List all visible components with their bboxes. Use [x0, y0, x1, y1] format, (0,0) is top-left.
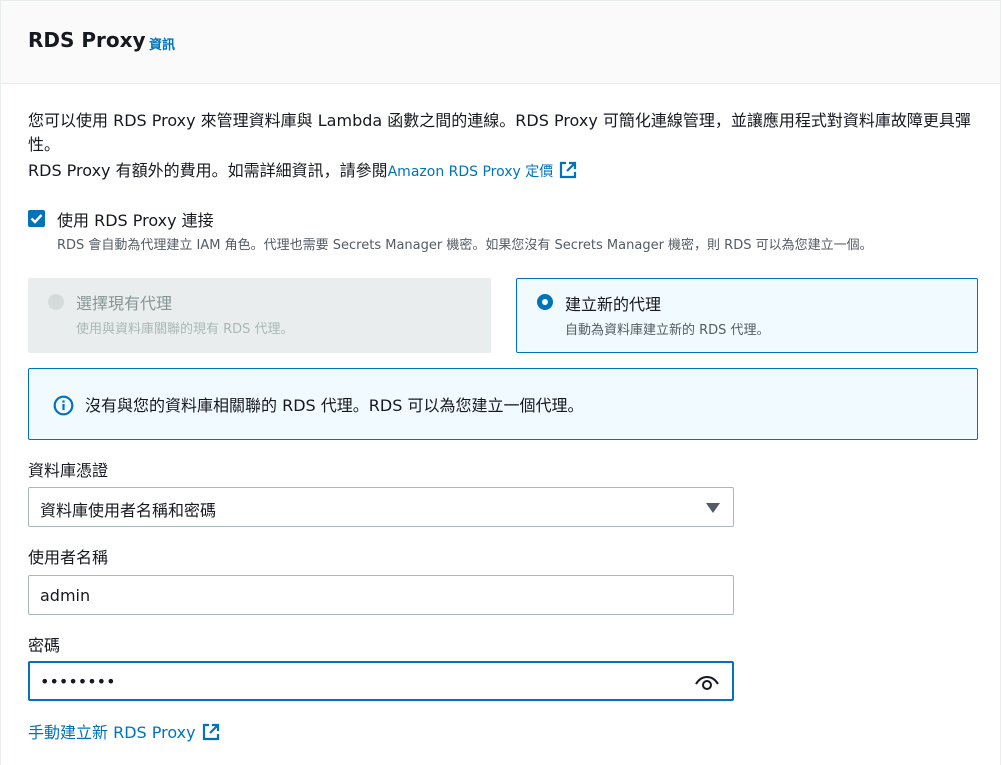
- existing-proxy-description: 使用與資料庫關聯的現有 RDS 代理。: [76, 322, 294, 337]
- password-input[interactable]: [28, 661, 734, 701]
- pricing-note: RDS Proxy 有額外的費用。如需詳細資訊，請參閱Amazon RDS Pr…: [28, 159, 577, 184]
- create-proxy-title: 建立新的代理: [565, 295, 662, 314]
- alert-message: 沒有與您的資料庫相關聯的 RDS 代理。RDS 可以為您建立一個代理。: [85, 396, 584, 415]
- create-proxy-tile[interactable]: 建立新的代理 自動為資料庫建立新的 RDS 代理。: [516, 278, 978, 353]
- password-label: 密碼: [28, 636, 61, 655]
- manual-create-proxy-label: 手動建立新 RDS Proxy: [28, 723, 196, 742]
- show-password-icon[interactable]: [694, 673, 720, 693]
- checkmark-icon: [30, 214, 43, 224]
- use-proxy-checkbox[interactable]: [28, 210, 45, 227]
- panel-title: RDS Proxy: [28, 28, 146, 52]
- existing-proxy-tile: 選擇現有代理 使用與資料庫關聯的現有 RDS 代理。: [28, 278, 491, 353]
- use-proxy-label[interactable]: 使用 RDS Proxy 連接: [57, 207, 214, 231]
- create-proxy-description: 自動為資料庫建立新的 RDS 代理。: [565, 323, 770, 338]
- info-icon: [53, 395, 74, 416]
- panel-header: RDS Proxy 資訊: [1, 1, 1000, 84]
- pricing-note-text: RDS Proxy 有額外的費用。如需詳細資訊，請參閱: [28, 161, 388, 180]
- external-link-icon: [202, 723, 219, 741]
- username-label: 使用者名稱: [28, 548, 109, 567]
- external-link-icon: [560, 161, 577, 179]
- credentials-selected-value: 資料庫使用者名稱和密碼: [40, 501, 217, 520]
- existing-proxy-title: 選擇現有代理: [76, 294, 173, 313]
- info-alert: 沒有與您的資料庫相關聯的 RDS 代理。RDS 可以為您建立一個代理。: [28, 368, 978, 440]
- caret-down-icon: [706, 503, 720, 513]
- create-proxy-radio[interactable]: [537, 294, 553, 310]
- description-text: 您可以使用 RDS Proxy 來管理資料庫與 Lambda 函數之間的連線。R…: [28, 111, 971, 154]
- pricing-link[interactable]: Amazon RDS Proxy 定價: [387, 161, 578, 180]
- manual-create-proxy-link[interactable]: 手動建立新 RDS Proxy: [28, 719, 220, 743]
- credentials-label: 資料庫憑證: [28, 461, 109, 480]
- info-link[interactable]: 資訊: [149, 34, 175, 53]
- use-proxy-hint: RDS 會自動為代理建立 IAM 角色。代理也需要 Secrets Manage…: [57, 238, 873, 253]
- existing-proxy-radio: [48, 294, 64, 310]
- credentials-select[interactable]: 資料庫使用者名稱和密碼: [28, 487, 734, 527]
- username-input[interactable]: [28, 575, 734, 615]
- rds-proxy-panel: RDS Proxy 資訊 您可以使用 RDS Proxy 來管理資料庫與 Lam…: [0, 0, 1001, 765]
- pricing-link-label: Amazon RDS Proxy 定價: [387, 164, 554, 180]
